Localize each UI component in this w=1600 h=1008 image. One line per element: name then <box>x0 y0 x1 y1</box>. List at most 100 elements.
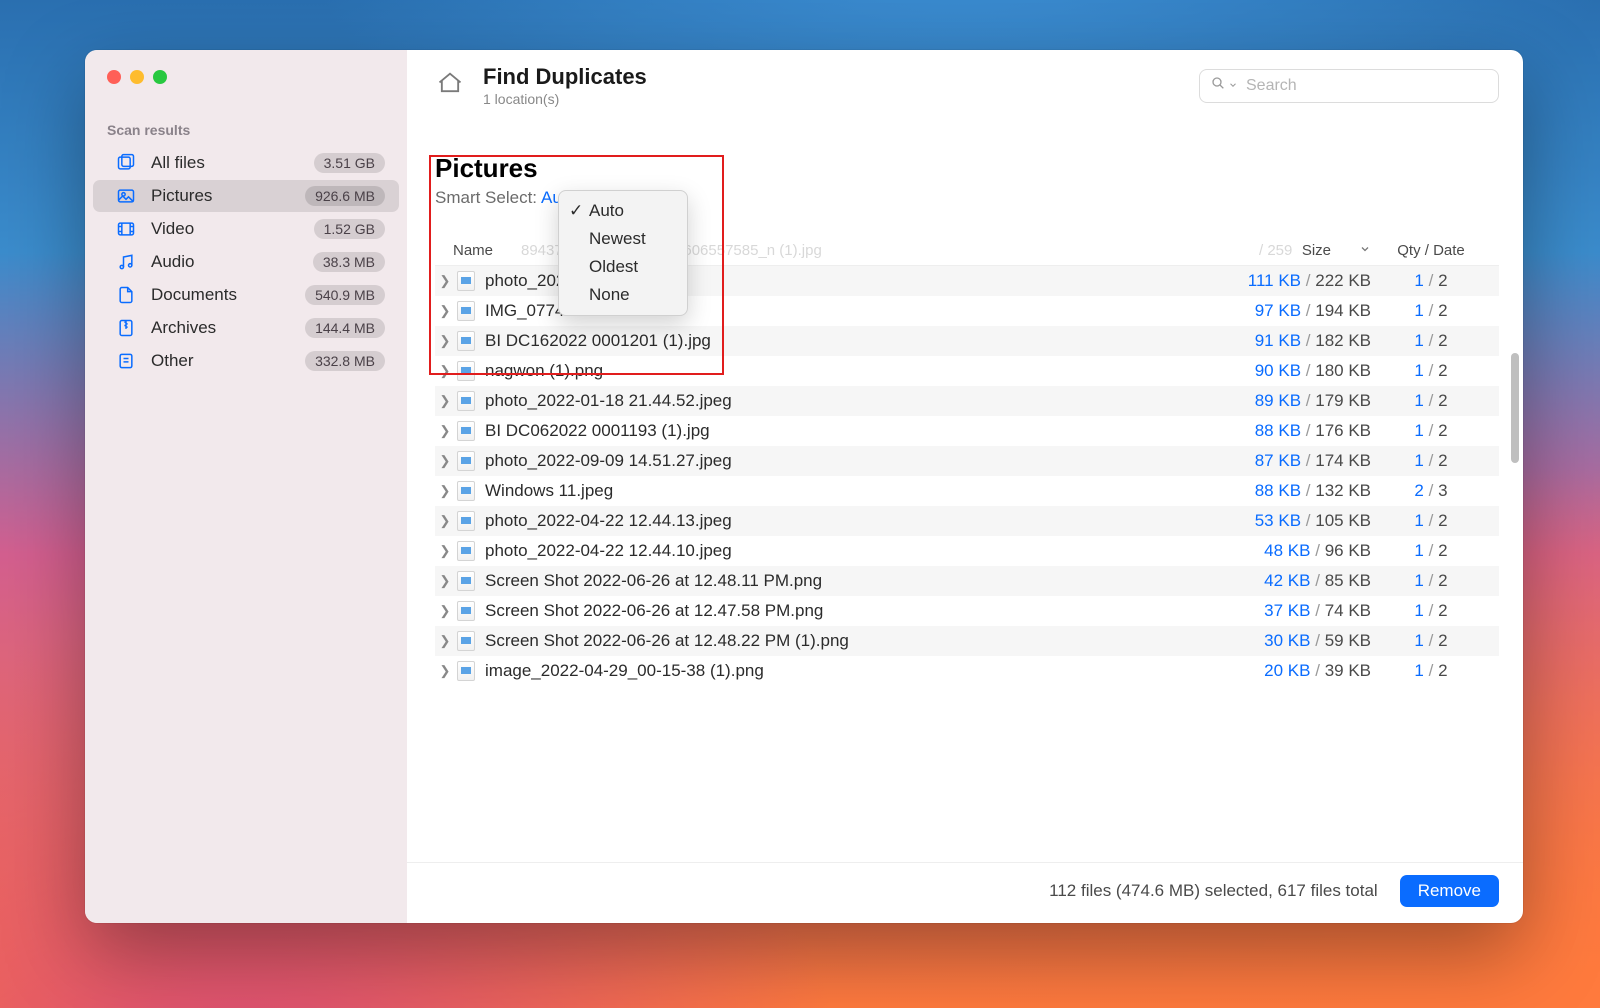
disclosure-chevron-icon[interactable]: ❯ <box>435 573 455 589</box>
home-icon[interactable] <box>435 69 465 102</box>
file-qty: 1 / 2 <box>1371 601 1491 621</box>
disclosure-chevron-icon[interactable]: ❯ <box>435 453 455 469</box>
file-size: 91 KB / 182 KB <box>1191 331 1371 351</box>
dropdown-option-auto[interactable]: ✓Auto <box>559 197 687 225</box>
dropdown-option-newest[interactable]: Newest <box>559 225 687 253</box>
disclosure-chevron-icon[interactable]: ❯ <box>435 303 455 319</box>
file-size: 42 KB / 85 KB <box>1191 571 1371 591</box>
file-name: Screen Shot 2022-06-26 at 12.48.11 PM.pn… <box>485 571 1191 591</box>
sidebar-item-label: All files <box>151 153 314 173</box>
column-header-qty[interactable]: Qty / Date <box>1371 242 1491 259</box>
sidebar-item-pictures[interactable]: Pictures926.6 MB <box>93 180 399 212</box>
file-size: 48 KB / 96 KB <box>1191 541 1371 561</box>
file-size: 20 KB / 39 KB <box>1191 661 1371 681</box>
file-row[interactable]: ❯ photo_2022-04-22 12.44.10.jpeg48 KB / 9… <box>435 536 1499 566</box>
disclosure-chevron-icon[interactable]: ❯ <box>435 393 455 409</box>
file-name: photo_2022-04-22 12.44.13.jpeg <box>485 511 1191 531</box>
file-row[interactable]: ❯photo_2022-09-09 14.51.27.jpeg87 KB / 1… <box>435 446 1499 476</box>
file-row[interactable]: ❯BI DC062022 0001193 (1).jpg88 KB / 176 … <box>435 416 1499 446</box>
video-icon <box>115 219 137 239</box>
image-file-icon <box>457 661 475 681</box>
file-size: 88 KB / 132 KB <box>1191 481 1371 501</box>
disclosure-chevron-icon[interactable]: ❯ <box>435 663 455 679</box>
sidebar-item-label: Archives <box>151 318 305 338</box>
sidebar-item-label: Pictures <box>151 186 305 206</box>
file-row[interactable]: ❯photo_2022-04-22 12.44.13.jpeg53 KB / 1… <box>435 506 1499 536</box>
scrollbar-thumb[interactable] <box>1511 353 1519 463</box>
check-icon: ✓ <box>569 201 589 221</box>
file-qty: 1 / 2 <box>1371 511 1491 531</box>
file-qty: 1 / 2 <box>1371 301 1491 321</box>
toolbar: Find Duplicates 1 location(s) <box>407 50 1523 117</box>
disclosure-chevron-icon[interactable]: ❯ <box>435 543 455 559</box>
content-area: Pictures Smart Select: Auto ✓AutoNewestO… <box>407 117 1523 862</box>
disclosure-chevron-icon[interactable]: ❯ <box>435 273 455 289</box>
search-field[interactable] <box>1199 69 1499 103</box>
disclosure-chevron-icon[interactable]: ❯ <box>435 333 455 349</box>
file-qty: 2 / 3 <box>1371 481 1491 501</box>
disclosure-chevron-icon[interactable]: ❯ <box>435 633 455 649</box>
file-qty: 1 / 2 <box>1371 391 1491 411</box>
search-input[interactable] <box>1246 77 1488 95</box>
file-row[interactable]: ❯ Windows 11.jpeg88 KB / 132 KB2 / 3 <box>435 476 1499 506</box>
image-file-icon <box>457 481 475 501</box>
image-file-icon <box>457 601 475 621</box>
file-qty: 1 / 2 <box>1371 271 1491 291</box>
disclosure-chevron-icon[interactable]: ❯ <box>435 603 455 619</box>
sidebar-item-all-files[interactable]: All files3.51 GB <box>93 147 399 179</box>
dropdown-option-none[interactable]: None <box>559 281 687 309</box>
maximize-window-button[interactable] <box>153 70 167 84</box>
sidebar-item-other[interactable]: Other332.8 MB <box>93 345 399 377</box>
pictures-icon <box>115 186 137 206</box>
image-file-icon <box>457 421 475 441</box>
sidebar-item-audio[interactable]: Audio38.3 MB <box>93 246 399 278</box>
smart-select-dropdown: ✓AutoNewestOldestNone <box>558 190 688 316</box>
image-file-icon <box>457 511 475 531</box>
remove-button[interactable]: Remove <box>1400 875 1499 907</box>
disclosure-chevron-icon[interactable]: ❯ <box>435 483 455 499</box>
sidebar: Scan results All files3.51 GBPictures926… <box>85 50 407 923</box>
chevron-down-icon <box>1228 77 1238 95</box>
section-title: Pictures <box>435 153 1499 184</box>
sort-chevron-down-icon <box>1359 242 1371 259</box>
page-subtitle: 1 location(s) <box>483 91 647 107</box>
file-row[interactable]: ❯ Screen Shot 2022-06-26 at 12.48.11 PM.p… <box>435 566 1499 596</box>
file-row[interactable]: ❯image_2022-04-29_00-15-38 (1).png20 KB … <box>435 656 1499 686</box>
file-row[interactable]: ❯Screen Shot 2022-06-26 at 12.48.22 PM (… <box>435 626 1499 656</box>
file-qty: 1 / 2 <box>1371 331 1491 351</box>
minimize-window-button[interactable] <box>130 70 144 84</box>
smart-select-label: Smart Select: <box>435 188 537 208</box>
dropdown-option-label: Auto <box>589 201 624 221</box>
file-qty: 1 / 2 <box>1371 421 1491 441</box>
file-name: photo_2022-04-22 12.44.10.jpeg <box>485 541 1191 561</box>
image-file-icon <box>457 571 475 591</box>
sidebar-item-label: Video <box>151 219 314 239</box>
disclosure-chevron-icon[interactable]: ❯ <box>435 363 455 379</box>
dropdown-option-oldest[interactable]: Oldest <box>559 253 687 281</box>
sidebar-item-documents[interactable]: Documents540.9 MB <box>93 279 399 311</box>
sidebar-item-badge: 540.9 MB <box>305 285 385 305</box>
sidebar-item-archives[interactable]: Archives144.4 MB <box>93 312 399 344</box>
disclosure-chevron-icon[interactable]: ❯ <box>435 513 455 529</box>
file-row[interactable]: ❯photo_2022-01-18 21.44.52.jpeg89 KB / 1… <box>435 386 1499 416</box>
file-qty: 1 / 2 <box>1371 361 1491 381</box>
close-window-button[interactable] <box>107 70 121 84</box>
image-file-icon <box>457 271 475 291</box>
file-size: 111 KB / 222 KB <box>1191 271 1371 291</box>
file-qty: 1 / 2 <box>1371 451 1491 471</box>
file-row[interactable]: ❯Screen Shot 2022-06-26 at 12.47.58 PM.p… <box>435 596 1499 626</box>
sidebar-item-badge: 3.51 GB <box>314 153 385 173</box>
file-row[interactable]: ❯nagwon (1).png90 KB / 180 KB1 / 2 <box>435 356 1499 386</box>
image-file-icon <box>457 301 475 321</box>
dropdown-option-label: None <box>589 285 630 305</box>
sidebar-item-video[interactable]: Video1.52 GB <box>93 213 399 245</box>
audio-icon <box>115 252 137 272</box>
disclosure-chevron-icon[interactable]: ❯ <box>435 423 455 439</box>
file-row[interactable]: ❯BI DC162022 0001201 (1).jpg91 KB / 182 … <box>435 326 1499 356</box>
file-qty: 1 / 2 <box>1371 571 1491 591</box>
archives-icon <box>115 318 137 338</box>
other-icon <box>115 351 137 371</box>
file-name: Windows 11.jpeg <box>485 481 1191 501</box>
sidebar-heading: Scan results <box>85 122 407 146</box>
column-header-size[interactable]: Size / 259 <box>1211 242 1371 259</box>
